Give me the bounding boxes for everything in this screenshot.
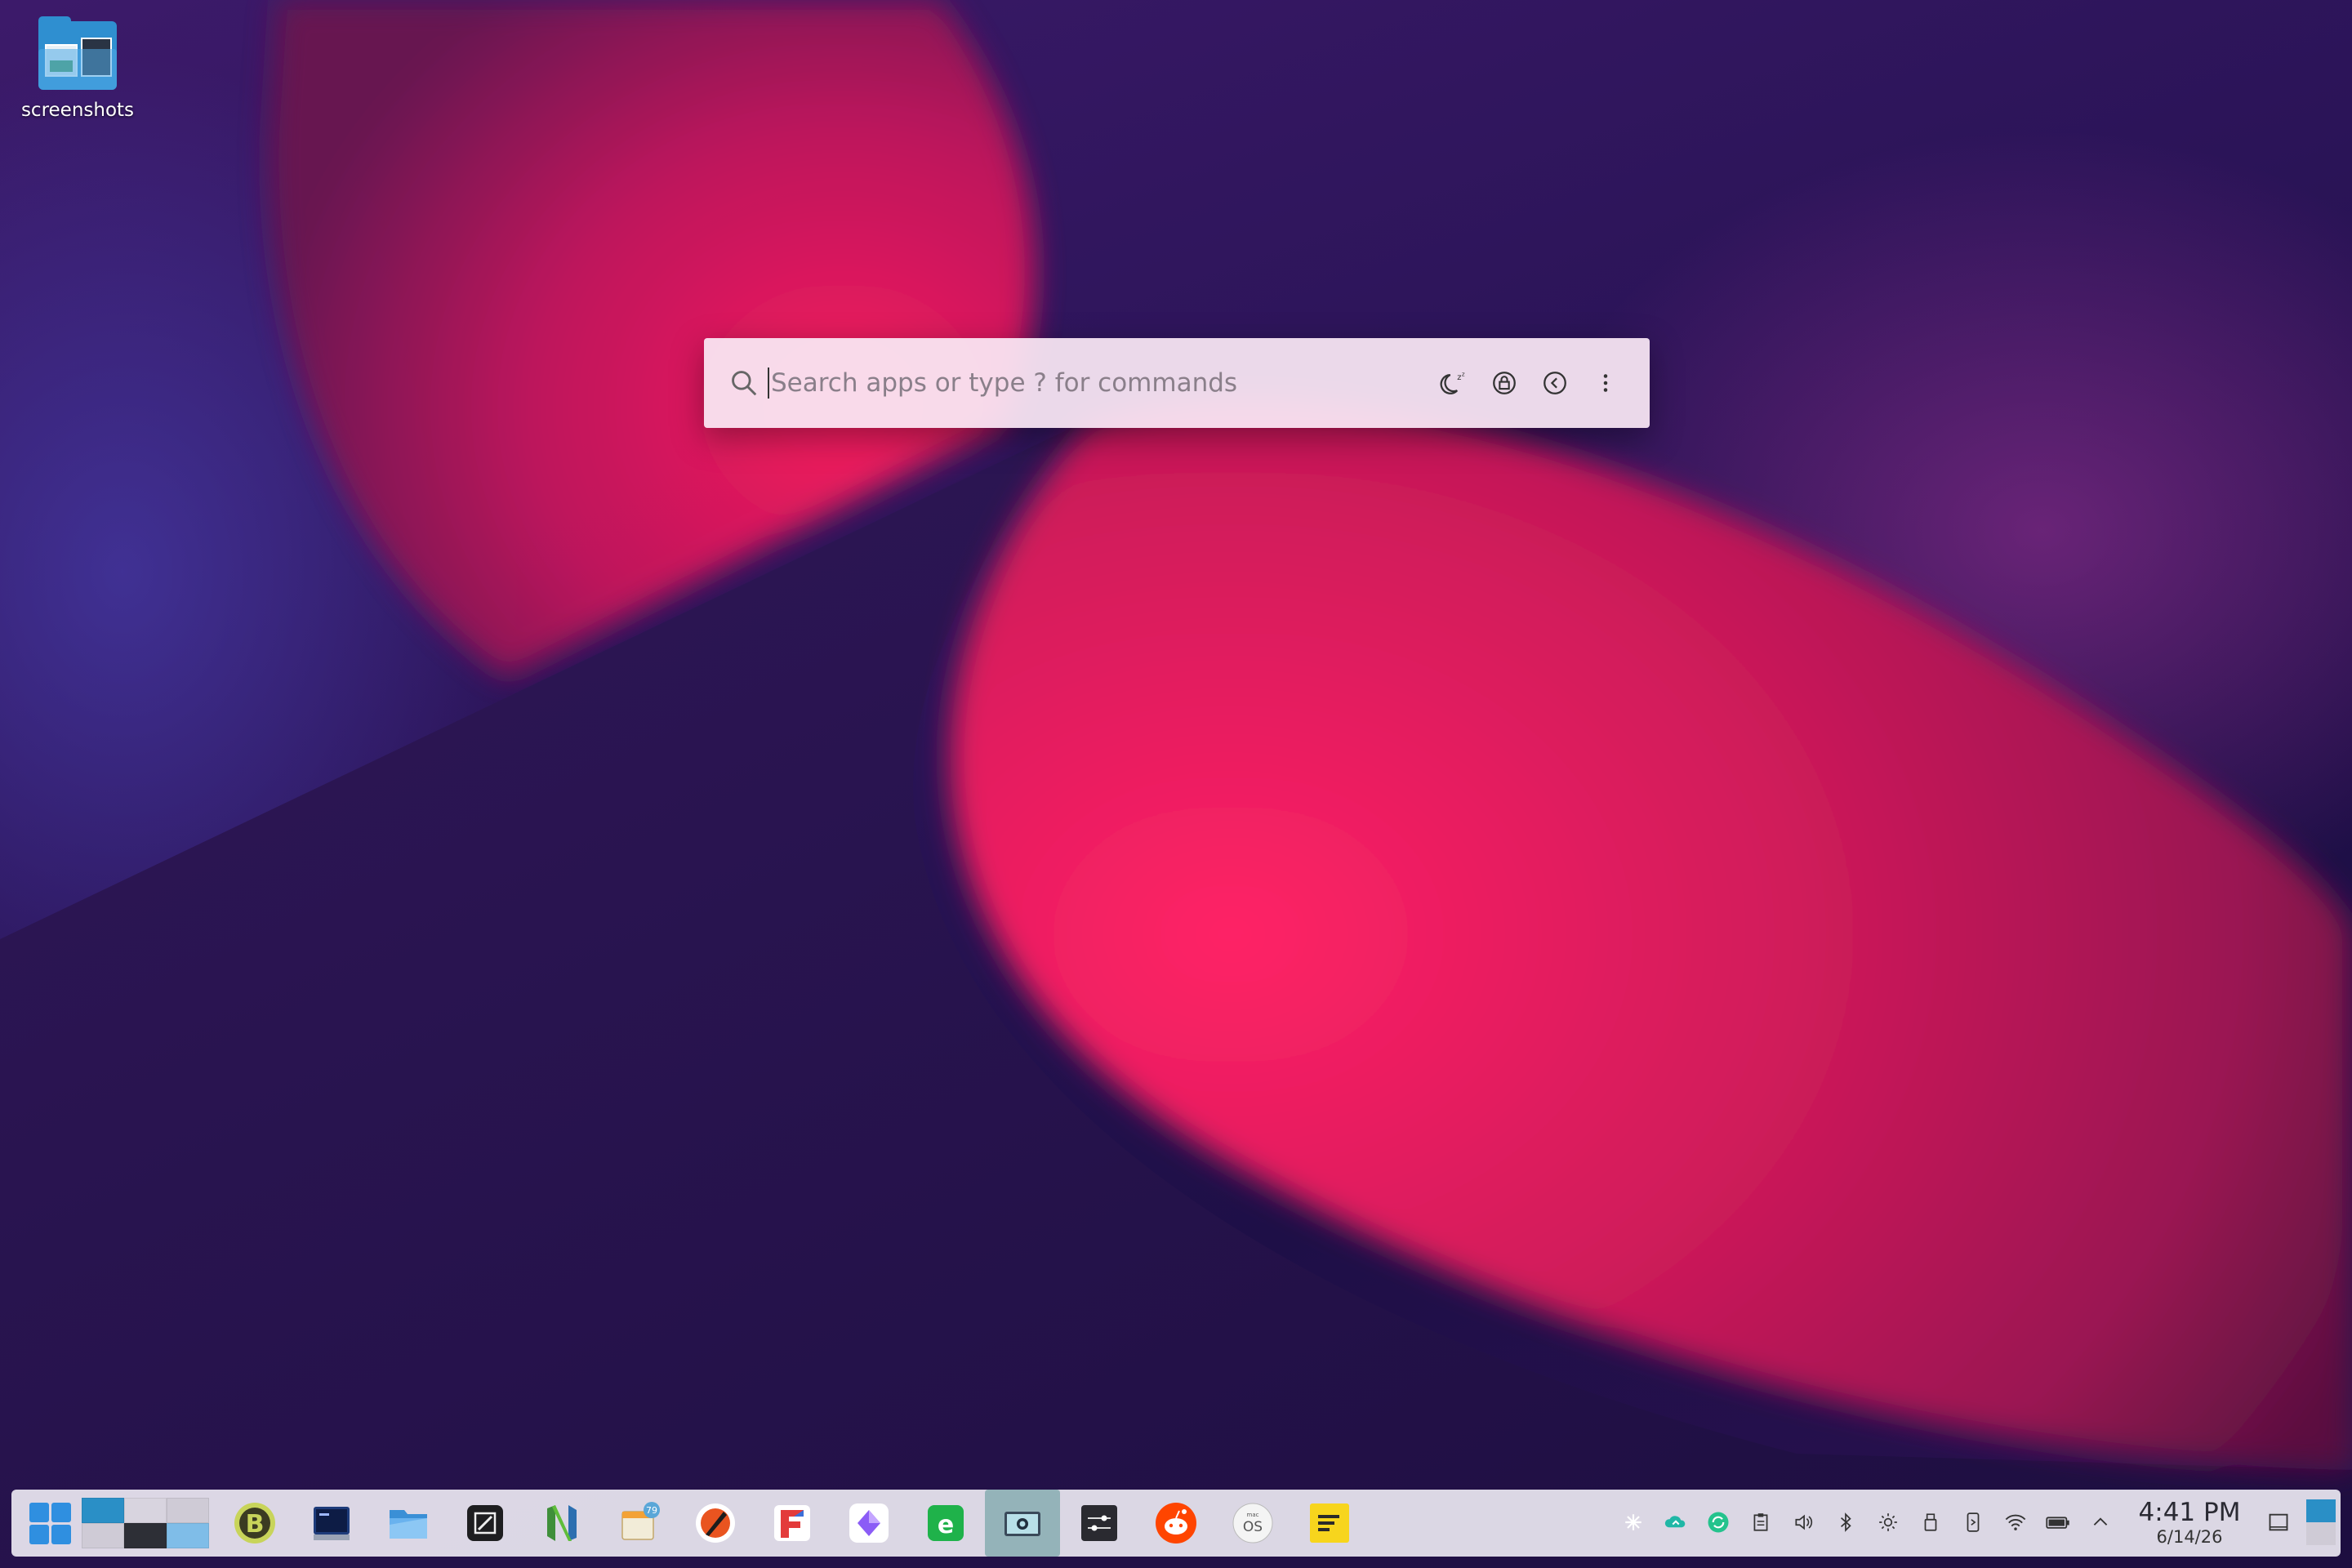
desktop-5[interactable] [124,1523,167,1548]
bitcoin-icon[interactable]: B [232,1500,278,1546]
camera-icon[interactable] [1000,1500,1045,1546]
battery-icon[interactable] [2045,1509,2071,1535]
slash-circle-icon[interactable] [693,1500,738,1546]
desktop-icon-screenshots[interactable]: screenshots [16,15,139,121]
sleep-moon-icon[interactable]: z z [1437,367,1470,399]
launcher-actions: z z [1437,367,1622,399]
desktop-2[interactable] [124,1498,167,1523]
svg-text:z: z [1462,371,1465,378]
clipboard-icon[interactable] [1748,1509,1774,1535]
peek-desktop-thumbnail[interactable] [2306,1499,2336,1545]
sliders-icon[interactable] [1076,1500,1122,1546]
app-launcher-grid-icon[interactable] [28,1501,72,1545]
sparkle-icon[interactable] [1620,1509,1646,1535]
brightness-icon[interactable] [1875,1509,1901,1535]
launcher-search-input[interactable] [771,368,1437,398]
diamond-icon[interactable] [846,1500,892,1546]
cloud-sync-icon[interactable] [1663,1509,1689,1535]
clock-date: 6/14/26 [2156,1527,2223,1547]
usb-icon[interactable] [1918,1509,1944,1535]
taskbar: B 79 e mac OS 4:41 PM 6/14/26 [11,1490,2341,1557]
desktop-3[interactable] [167,1498,209,1523]
app-launcher-search: z z [704,338,1650,428]
wifi-icon[interactable] [2002,1509,2029,1535]
svg-text:z: z [1457,373,1461,382]
e-browser-icon[interactable]: e [923,1500,969,1546]
text-cursor [768,368,769,399]
reddit-icon[interactable] [1153,1500,1199,1546]
clock-time: 4:41 PM [2138,1498,2241,1527]
notes-icon[interactable] [1307,1500,1352,1546]
folder-icon [35,15,120,93]
svg-text:mac: mac [1247,1512,1259,1518]
desktop-1[interactable] [82,1498,124,1523]
editor-icon[interactable] [462,1500,508,1546]
refresh-icon[interactable] [1705,1509,1731,1535]
f-logo-icon[interactable] [769,1500,815,1546]
kdeconnect-icon[interactable] [1960,1509,1986,1535]
kebab-menu-icon[interactable] [1589,367,1622,399]
terminal-icon[interactable] [309,1500,354,1546]
search-icon [732,371,757,396]
neovim-icon[interactable] [539,1500,585,1546]
desktop-wallpaper [0,0,2352,1568]
virtual-desktop-pager[interactable] [82,1498,209,1548]
show-desktop-icon[interactable] [2265,1509,2292,1535]
svg-text:e: e [938,1511,954,1539]
lock-icon[interactable] [1488,367,1521,399]
calendar-icon[interactable]: 79 [616,1500,662,1546]
macos-icon[interactable]: mac OS [1230,1500,1276,1546]
desktop-icon-label: screenshots [20,100,135,121]
chevron-up-icon[interactable] [2087,1509,2114,1535]
clock[interactable]: 4:41 PM 6/14/26 [2128,1498,2251,1547]
svg-text:OS: OS [1243,1519,1263,1535]
svg-text:79: 79 [646,1505,657,1516]
logout-arrow-icon[interactable] [1539,367,1571,399]
wallpaper-shapes [0,0,2352,1568]
desktop-6[interactable] [167,1523,209,1548]
volume-icon[interactable] [1790,1509,1816,1535]
bluetooth-icon[interactable] [1833,1509,1859,1535]
desktop-4[interactable] [82,1523,124,1548]
folder-icon[interactable] [385,1500,431,1546]
svg-text:B: B [246,1510,265,1539]
